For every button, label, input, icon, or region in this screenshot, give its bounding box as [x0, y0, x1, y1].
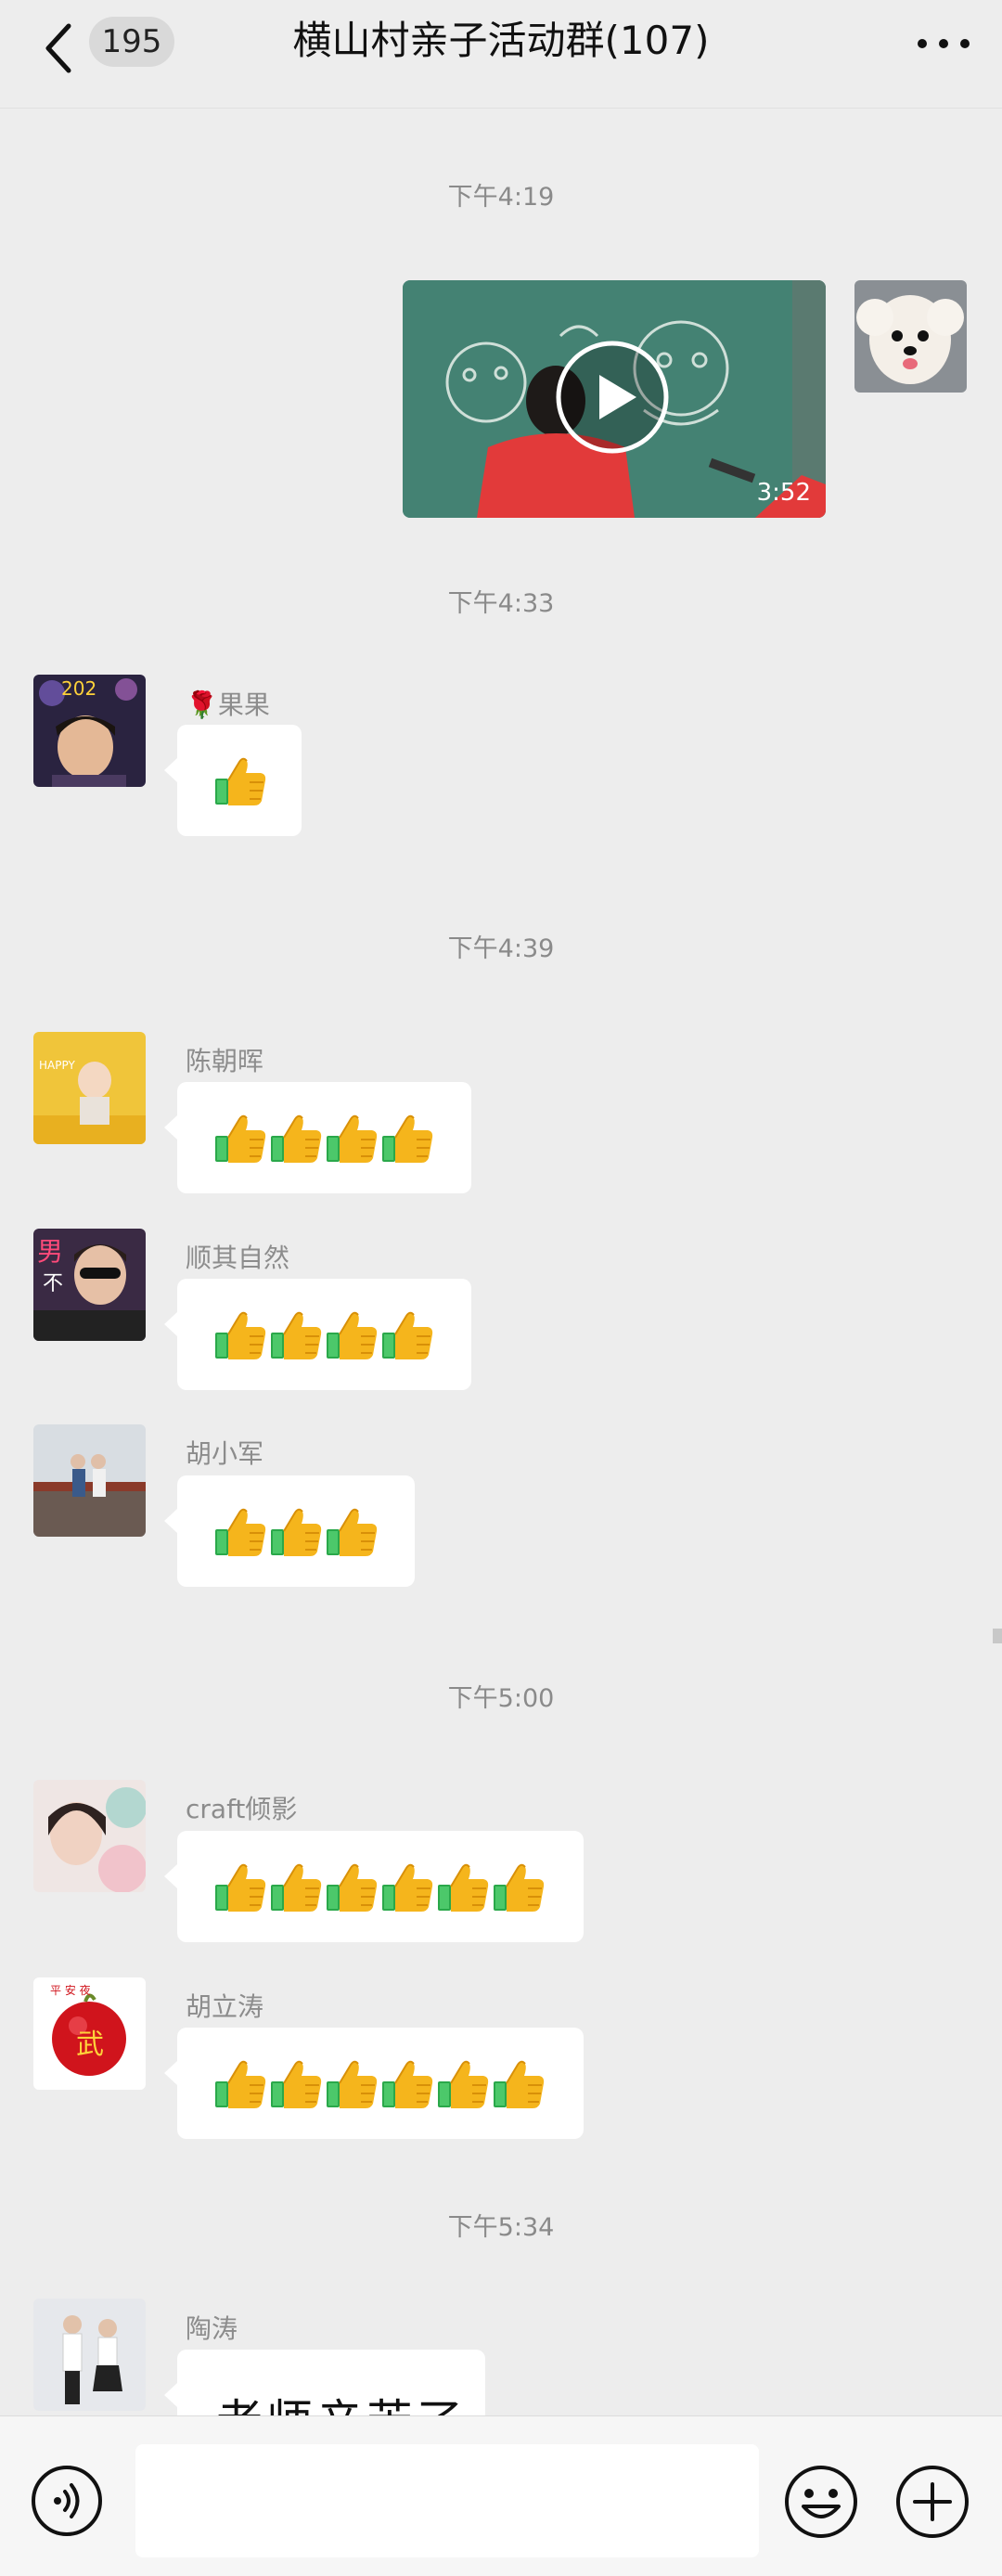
avatar[interactable]: 武 平 安 夜 [33, 1977, 146, 2090]
thumbs-up-emoji [271, 1114, 322, 1163]
voice-icon[interactable] [30, 2464, 104, 2538]
thumbs-up-emoji [271, 2060, 322, 2108]
thumbs-up-emoji [438, 1863, 489, 1912]
timestamp: 下午5:34 [447, 2213, 555, 2242]
thumbs-up-emoji [382, 2060, 433, 2108]
thumbs-up-emoji [327, 2060, 378, 2108]
timestamp: 下午4:33 [447, 589, 555, 618]
thumbs-up-emoji [215, 1311, 266, 1359]
svg-text:武: 武 [76, 2029, 104, 2061]
sender-name: craft倾影 [186, 1794, 298, 1824]
thumbs-up-emoji [271, 1863, 322, 1912]
sender-name: 胡立涛 [186, 1991, 264, 2022]
thumbs-up-emoji [327, 1114, 378, 1163]
svg-text:202: 202 [61, 677, 96, 700]
message-bubble[interactable] [164, 1082, 471, 1193]
thumbs-up-emoji [271, 1508, 322, 1556]
svg-text:平 安 夜: 平 安 夜 [50, 1983, 91, 1997]
thumbs-row [212, 1503, 379, 1559]
thumbs-row [212, 1859, 546, 1914]
emoji-icon[interactable] [783, 2464, 859, 2540]
chevron-left-icon[interactable] [41, 20, 78, 76]
message-bubble[interactable] [164, 725, 302, 836]
thumbs-up-emoji [215, 757, 266, 805]
thumbs-row [212, 1307, 435, 1362]
message-bubble[interactable] [164, 1279, 471, 1390]
thumbs-up-emoji [327, 1863, 378, 1912]
message-input[interactable] [135, 2444, 759, 2557]
avatar[interactable]: 202 [33, 675, 146, 787]
thumbs-up-emoji [494, 1863, 545, 1912]
sender-name: 🌹果果 [186, 689, 270, 720]
avatar[interactable] [33, 2299, 146, 2411]
thumbs-up-emoji [215, 2060, 266, 2108]
avatar[interactable]: HAPPY [33, 1032, 146, 1144]
avatar[interactable] [33, 1780, 146, 1892]
unread-count-badge[interactable]: 195 [89, 17, 174, 67]
message-bubble[interactable] [164, 1831, 584, 1942]
svg-text:男: 男 [37, 1236, 63, 1267]
avatar[interactable]: 男 不 [33, 1229, 146, 1341]
thumbs-up-emoji [215, 1863, 266, 1912]
video-message[interactable]: 3:52 [403, 280, 826, 518]
more-dots-icon[interactable] [911, 20, 976, 67]
thumbs-up-emoji [327, 1311, 378, 1359]
message-bubble[interactable] [164, 2028, 584, 2139]
plus-icon[interactable] [894, 2464, 970, 2540]
timestamp: 下午4:39 [447, 934, 555, 963]
message-bubble[interactable] [164, 1475, 415, 1587]
svg-text:不: 不 [43, 1272, 63, 1295]
thumbs-up-emoji [382, 1863, 433, 1912]
video-duration: 3:52 [756, 479, 811, 507]
input-bar [0, 2415, 1002, 2576]
thumbs-up-emoji [494, 2060, 545, 2108]
sender-name: 陶涛 [186, 2313, 238, 2344]
chat-header: 195 横山村亲子活动群(107) [0, 0, 1002, 109]
thumbs-up-emoji [327, 1508, 378, 1556]
thumbs-up-emoji [382, 1114, 433, 1163]
thumbs-up-emoji [382, 1311, 433, 1359]
thumbs-row [212, 2055, 546, 2111]
avatar[interactable] [33, 1424, 146, 1537]
sender-name: 胡小军 [186, 1438, 264, 1469]
sender-name: 顺其自然 [186, 1243, 290, 1273]
thumbs-row [212, 1110, 435, 1166]
svg-text:HAPPY: HAPPY [39, 1059, 75, 1072]
play-icon[interactable] [555, 340, 670, 455]
thumbs-up-emoji [215, 1114, 266, 1163]
thumbs-up-emoji [215, 1508, 266, 1556]
timestamp: 下午4:19 [447, 183, 555, 212]
chat-title: 横山村亲子活动群(107) [292, 18, 710, 63]
my-avatar[interactable] [854, 280, 967, 393]
timestamp: 下午5:00 [447, 1684, 555, 1713]
thumbs-up-emoji [271, 1311, 322, 1359]
thumbs-row [212, 753, 268, 808]
scroll-indicator [993, 1629, 1002, 1643]
sender-name: 陈朝晖 [186, 1046, 264, 1076]
thumbs-up-emoji [438, 2060, 489, 2108]
